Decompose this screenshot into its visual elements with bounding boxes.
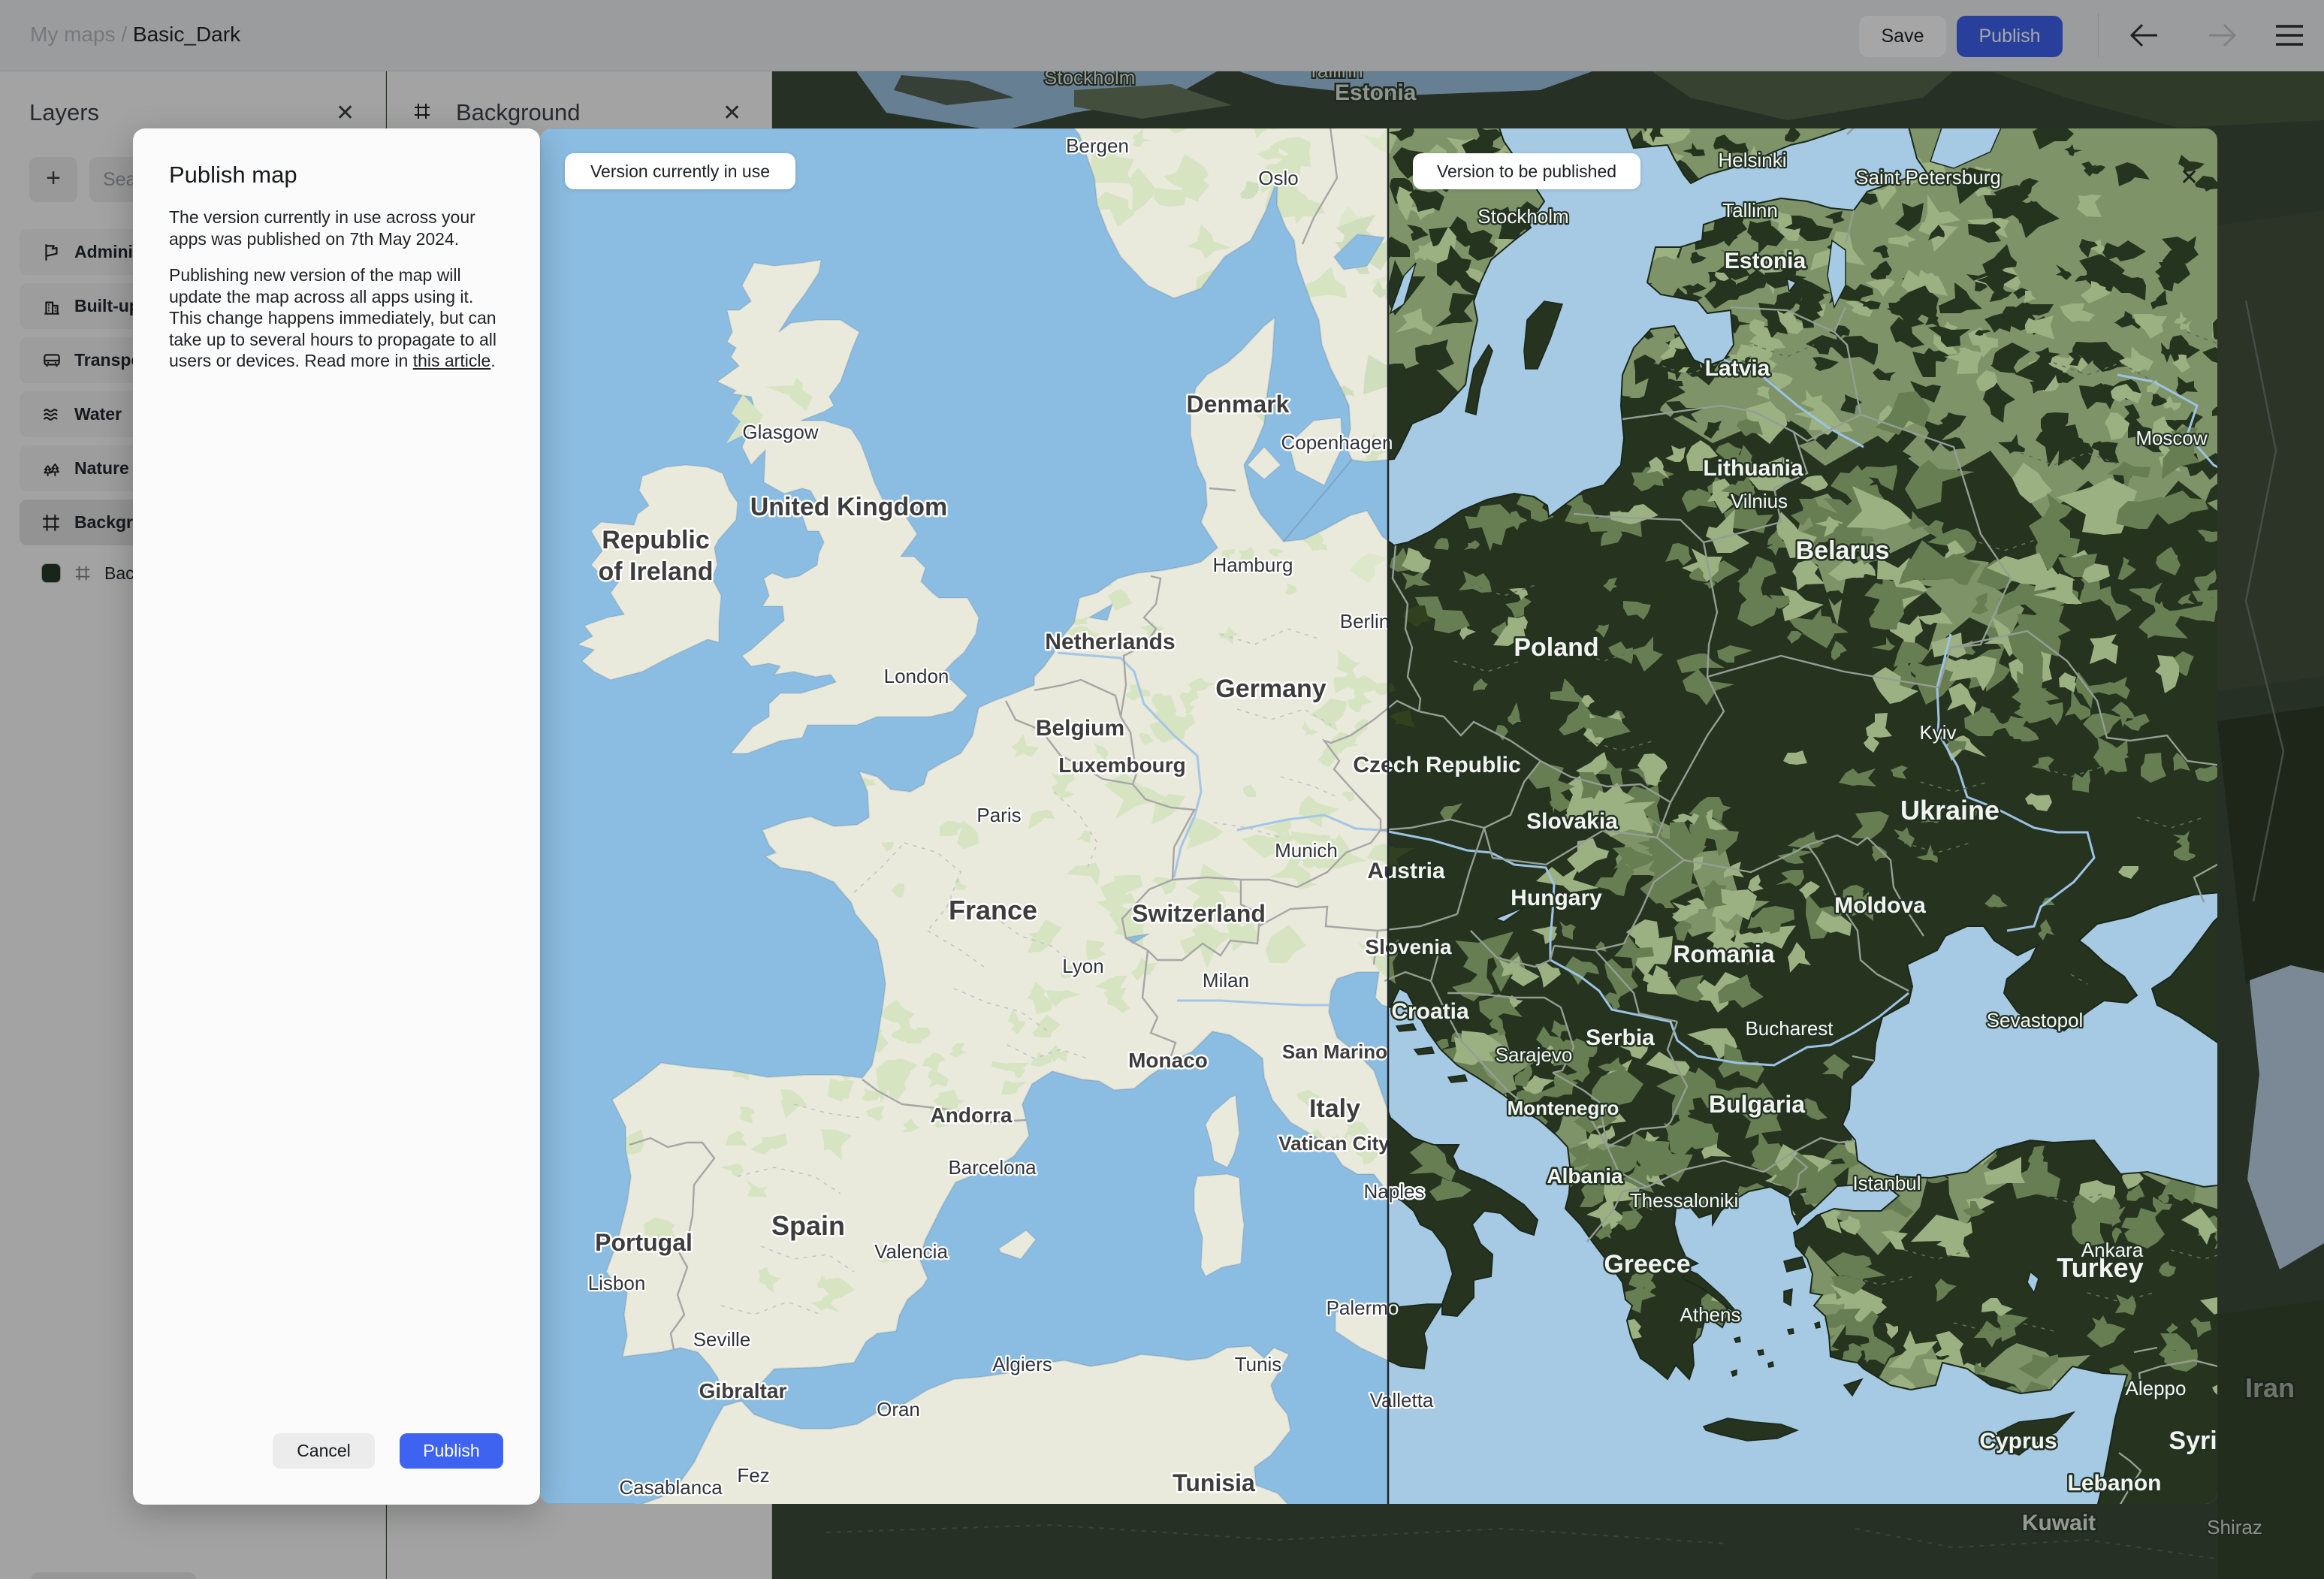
svg-text:Valletta: Valletta <box>1370 1389 1434 1411</box>
svg-text:Naples: Naples <box>1364 1180 1425 1203</box>
